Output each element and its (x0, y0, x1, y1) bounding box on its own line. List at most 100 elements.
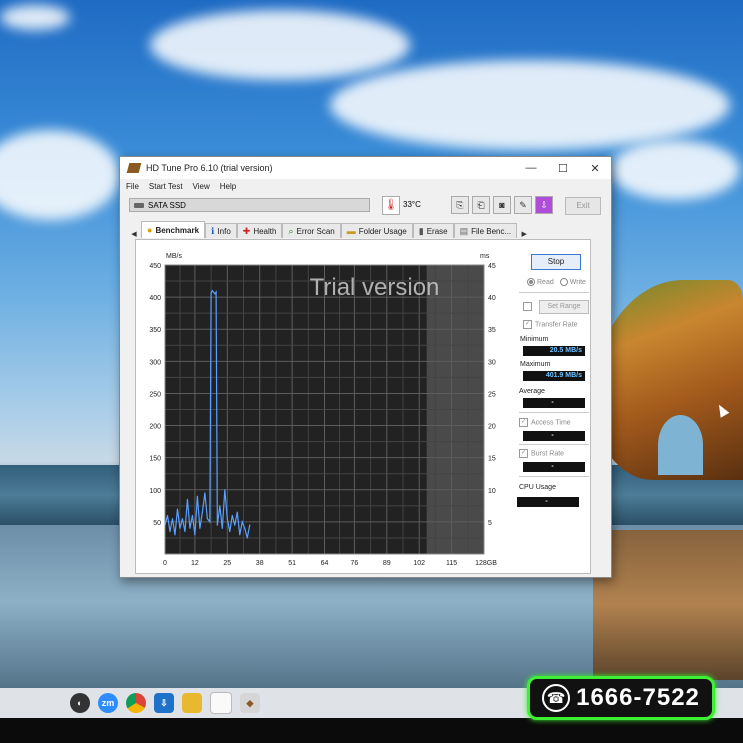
read-radio[interactable]: Read (527, 278, 554, 286)
cloud (610, 140, 740, 200)
trial-watermark: Trial version (310, 274, 440, 301)
access-time-label: Access Time (531, 419, 571, 427)
options-icon[interactable]: ✎ (514, 196, 532, 214)
screenshot-camera-icon[interactable]: ◙ (493, 196, 511, 214)
x-tick-label: 76 (351, 560, 359, 567)
divider (519, 412, 589, 413)
set-range-button[interactable]: Set Range (539, 300, 589, 314)
download-arrow-icon[interactable]: ⇩ (535, 196, 553, 214)
burst-rate-value: - (523, 462, 585, 472)
y-tick-label-right: 45 (488, 263, 496, 270)
y-tick-label-left: 350 (149, 327, 161, 334)
read-data-point (231, 514, 233, 517)
menu-file[interactable]: File (126, 182, 139, 191)
maximize-button[interactable]: ☐ (547, 162, 579, 175)
store-icon[interactable]: ⇩ (154, 693, 174, 713)
hdtune-icon[interactable]: ◆ (240, 693, 260, 713)
title-bar[interactable]: HD Tune Pro 6.10 (trial version) — ☐ ✕ (120, 157, 611, 179)
cpu-usage-value: - (517, 497, 579, 507)
menu-bar: File Start Test View Help (120, 179, 611, 193)
write-radio[interactable]: Write (559, 278, 586, 286)
temperature-readout: 33°C (403, 200, 421, 209)
read-data-point (194, 534, 196, 536)
read-data-point (176, 508, 179, 510)
read-data-point (206, 518, 208, 520)
read-data-point (221, 527, 223, 529)
access-time-value: - (523, 431, 585, 441)
y-unit-left: MB/s (166, 253, 182, 260)
blank-file-icon[interactable] (210, 692, 232, 714)
tab-erase[interactable]: ▮ Erase (412, 223, 454, 238)
monitor-bezel (0, 718, 743, 743)
read-data-point (164, 524, 166, 526)
drive-selector[interactable]: SATA SSD (129, 198, 370, 212)
rock-reflection (593, 530, 743, 680)
cloud (150, 10, 410, 80)
phone-badge: ☎ 1666-7522 (527, 676, 715, 720)
tab-health[interactable]: ✚ Health (236, 223, 283, 238)
y-tick-label-right: 40 (488, 295, 496, 302)
x-tick-label: 51 (288, 560, 296, 567)
chrome-icon[interactable] (126, 693, 146, 713)
read-data-point (196, 495, 198, 497)
tab-info[interactable]: ℹ Info (205, 223, 237, 238)
divider (519, 476, 589, 477)
info-icon: ℹ (211, 225, 215, 236)
cloud (0, 5, 70, 30)
read-data-point (199, 527, 201, 529)
read-data-point (236, 511, 238, 513)
write-radio-label: Write (569, 278, 586, 286)
menu-view[interactable]: View (193, 182, 210, 191)
read-data-point (201, 511, 203, 513)
tab-label: Info (217, 226, 231, 236)
access-time-option[interactable]: ✓ Access Time (519, 418, 571, 427)
y-tick-label-left: 250 (149, 391, 161, 398)
minimize-button[interactable]: — (515, 162, 547, 174)
menu-start-test[interactable]: Start Test (149, 182, 183, 191)
read-data-point (244, 527, 246, 529)
read-write-radio-group: Read Write (527, 278, 586, 286)
tab-scroll-left-icon[interactable]: ◀ (127, 230, 141, 238)
copy-info-icon[interactable]: ⎗ (472, 196, 490, 214)
tab-error-scan[interactable]: ⌕ Error Scan (282, 223, 341, 238)
read-data-point (239, 534, 241, 536)
stop-button[interactable]: Stop (531, 254, 581, 270)
toolbar-buttons: ⎘ ⎗ ◙ ✎ ⇩ (451, 196, 553, 214)
phone-number: 1666-7522 (576, 684, 700, 711)
tab-file-benchmark[interactable]: ▤ File Benc... (453, 223, 518, 238)
minimum-value: 20.5 MB/s (523, 346, 585, 356)
read-data-point (226, 518, 228, 520)
tab-folder-usage[interactable]: ▬ Folder Usage (340, 223, 413, 238)
close-button[interactable]: ✕ (579, 162, 611, 175)
tab-label: Health (253, 226, 277, 236)
read-data-point (186, 498, 189, 501)
copy-text-icon[interactable]: ⎘ (451, 196, 469, 214)
read-data-point (214, 293, 216, 295)
transfer-rate-option[interactable]: ✓ Transfer Rate (523, 320, 578, 329)
zoom-icon-label: zm (101, 698, 115, 708)
camera-app-icon[interactable]: ◐ (70, 693, 90, 713)
read-data-point (219, 505, 221, 507)
folder-icon[interactable] (182, 693, 202, 713)
x-tick-label: 115 (446, 560, 457, 567)
x-tick-label: 25 (223, 560, 231, 567)
cloud (330, 60, 730, 150)
x-tick-label: 0 (163, 560, 167, 567)
read-data-point (171, 518, 174, 520)
set-range-checkbox[interactable] (523, 302, 532, 311)
zoom-icon[interactable]: zm (98, 693, 118, 713)
tab-benchmark[interactable]: ● Benchmark (141, 221, 206, 238)
file-benchmark-icon: ▤ (459, 225, 469, 236)
exit-button[interactable]: Exit (565, 197, 601, 215)
maximum-label: Maximum (520, 361, 551, 368)
chart-svg: 5010015020025030035040045051015202530354… (149, 253, 497, 567)
read-data-point (224, 489, 226, 491)
menu-help[interactable]: Help (220, 182, 236, 191)
tab-scroll-right-icon[interactable]: ▶ (517, 230, 531, 238)
read-data-point (191, 514, 194, 517)
burst-rate-option[interactable]: ✓ Burst Rate (519, 449, 564, 458)
tab-label: File Benc... (471, 226, 512, 236)
read-data-point (234, 524, 236, 526)
read-data-point (246, 537, 248, 539)
x-tick-label: 12 (191, 560, 199, 567)
